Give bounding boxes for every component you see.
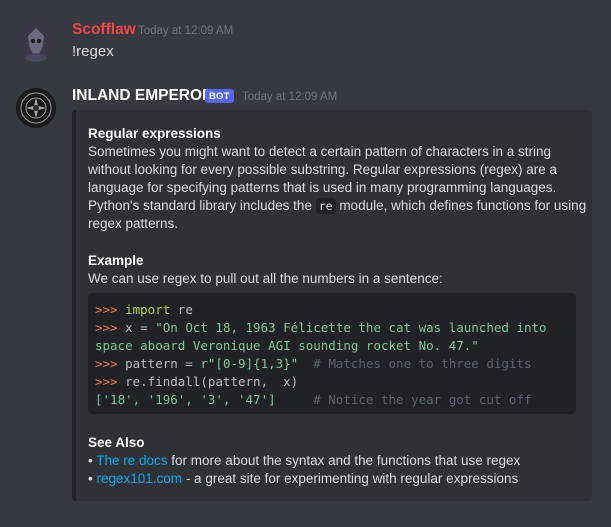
embed-text-line: regex patterns. [88, 216, 179, 231]
timestamp: Today at 12:09 AM [242, 91, 338, 103]
code-line: >>> x = "On Oct 18, 1963 Félicette the c… [95, 320, 547, 335]
embed-text-line: Python's standard library includes the r… [88, 198, 587, 214]
avatar[interactable] [16, 88, 56, 128]
username[interactable]: Scofflaw [72, 21, 136, 39]
embed-section-title: Example [88, 253, 144, 268]
text-fragment: for more about the syntax and the functi… [167, 453, 521, 468]
embed-section-title: Regular expressions [88, 126, 221, 141]
avatar[interactable] [16, 22, 56, 62]
message-text: !regex [72, 43, 114, 60]
text-fragment: - a great site for experimenting with re… [182, 471, 519, 486]
code-line: >>> re.findall(pattern, x) [95, 374, 299, 389]
embed-text-line: language for specifying patterns that is… [88, 180, 557, 195]
re-docs-link[interactable]: The re docs [96, 453, 167, 468]
code-line: >>> import re [95, 302, 193, 317]
list-item: • The re docs for more about the syntax … [88, 453, 521, 468]
embed-section-title: See Also [88, 435, 145, 450]
code-block: >>> import re >>> x = "On Oct 18, 1963 F… [88, 293, 576, 414]
timestamp: Today at 12:09 AM [138, 25, 234, 37]
code-line: >>> pattern = r"[0-9]{1,3}" # Matches on… [95, 356, 532, 371]
embed-text-line: without looking for every possible subst… [88, 162, 557, 177]
username[interactable]: INLAND EMPEROR [72, 87, 213, 105]
embed-text-line: We can use regex to pull out all the num… [88, 271, 443, 286]
text-fragment: module, which defines functions for usin… [335, 198, 587, 213]
inline-code: re [315, 198, 336, 214]
list-item: • regex101.com - a great site for experi… [88, 471, 519, 486]
code-line: ['18', '196', '3', '47'] # Notice the ye… [95, 392, 532, 407]
regex101-link[interactable]: regex101.com [97, 471, 183, 486]
embed-card: Regular expressions Sometimes you might … [72, 110, 592, 501]
embed-text-line: Sometimes you might want to detect a cer… [88, 144, 551, 159]
message-scofflaw: Scofflaw Today at 12:09 AM !regex [0, 0, 611, 70]
code-line: space aboard Veronique AGI sounding rock… [95, 338, 479, 353]
bot-badge: BOT [205, 89, 234, 103]
text-fragment: Python's standard library includes the [88, 198, 316, 213]
